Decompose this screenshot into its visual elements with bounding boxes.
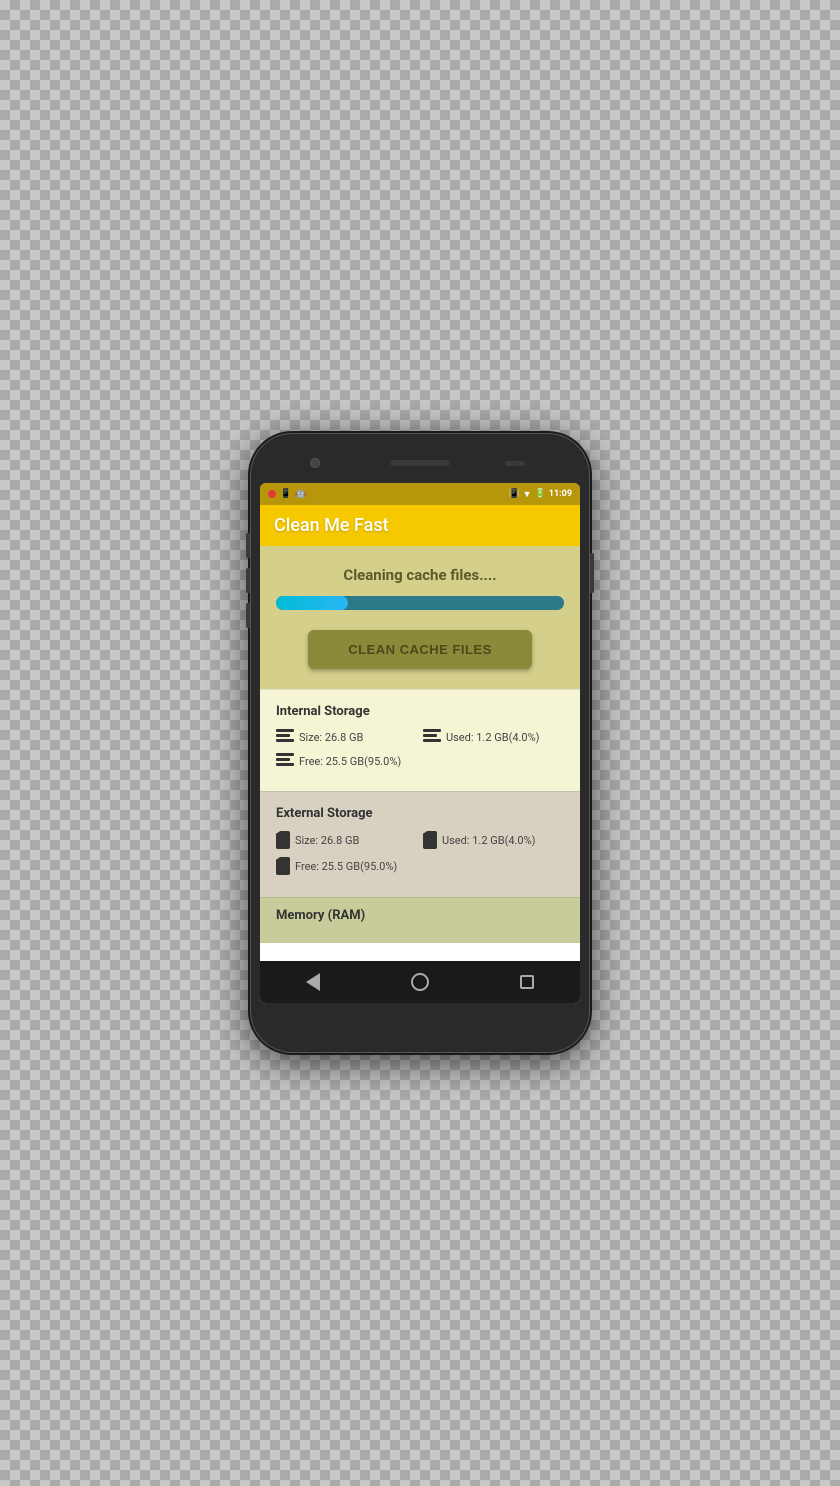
external-storage-section: External Storage Size: 26.8 GB Used: 1.2… [260,791,580,897]
back-icon [306,973,320,991]
phone-bottom [260,1003,580,1035]
internal-free-icon [276,753,294,769]
internal-size-text: Size: 26.8 GB [299,731,363,744]
progress-bar-fill [276,596,348,610]
sdcard-size-icon [276,831,290,849]
sdcard-used-icon [423,831,437,849]
status-bar: 📱 🤖 📳 ▼ 🔋 11:09 [260,483,580,505]
volume-up-button [246,533,250,558]
internal-used-text: Used: 1.2 GB(4.0%) [446,731,540,744]
external-size-item: Size: 26.8 GB [276,831,417,849]
internal-free-text: Free: 25.5 GB(95.0%) [299,755,401,768]
power-button [590,553,594,593]
cache-cleaning-section: Cleaning cache files.... CLEAN CACHE FIL… [260,546,580,689]
app-title: Clean Me Fast [274,515,566,536]
status-right-icons: 📳 ▼ 🔋 11:09 [508,489,572,500]
home-icon [411,973,429,991]
cleaning-status-text: Cleaning cache files.... [343,566,496,584]
phone-top-bar [260,447,580,479]
external-storage-title: External Storage [276,806,564,821]
sdcard-free-icon [276,857,290,875]
recents-nav-button[interactable] [512,967,542,997]
recents-icon [520,975,534,989]
external-used-text: Used: 1.2 GB(4.0%) [442,834,536,847]
camera-button [246,603,250,628]
internal-used-item: Used: 1.2 GB(4.0%) [423,729,564,745]
vibrate-icon: 📳 [508,489,519,499]
android-icon: 🤖 [295,489,306,499]
internal-storage-section: Internal Storage Size: 26.8 GB [260,689,580,791]
wifi-icon: ▼ [523,489,532,500]
external-storage-row1: Size: 26.8 GB Used: 1.2 GB(4.0%) [276,831,564,849]
status-left-icons: 📱 🤖 [268,489,306,499]
app-toolbar: Clean Me Fast [260,505,580,546]
internal-storage-title: Internal Storage [276,704,564,719]
progress-bar-container [276,596,564,610]
content-area[interactable]: Cleaning cache files.... CLEAN CACHE FIL… [260,546,580,961]
internal-storage-row2: Free: 25.5 GB(95.0%) [276,753,564,769]
memory-section: Memory (RAM) [260,897,580,943]
phone-status-icon: 📱 [280,489,291,499]
proximity-sensor [505,461,525,466]
external-size-text: Size: 26.8 GB [295,834,359,847]
external-storage-row2: Free: 25.5 GB(95.0%) [276,857,564,875]
clean-cache-button[interactable]: CLEAN CACHE FILES [308,630,532,669]
time-display: 11:09 [549,489,572,499]
internal-size-icon [276,729,294,745]
external-free-item: Free: 25.5 GB(95.0%) [276,857,564,875]
external-used-item: Used: 1.2 GB(4.0%) [423,831,564,849]
notification-dot-icon [268,490,276,498]
navigation-bar [260,961,580,1003]
internal-storage-row1: Size: 26.8 GB Used: 1.2 GB(4.0%) [276,729,564,745]
memory-title: Memory (RAM) [276,908,564,923]
front-camera [310,458,320,468]
internal-size-item: Size: 26.8 GB [276,729,417,745]
back-nav-button[interactable] [298,967,328,997]
phone-screen: 📱 🤖 📳 ▼ 🔋 11:09 Clean Me Fast Cleaning c… [260,483,580,1003]
volume-down-button [246,568,250,593]
external-free-text: Free: 25.5 GB(95.0%) [295,860,397,873]
internal-free-item: Free: 25.5 GB(95.0%) [276,753,564,769]
phone-device: 📱 🤖 📳 ▼ 🔋 11:09 Clean Me Fast Cleaning c… [250,433,590,1053]
signal-icon: 🔋 [535,489,546,499]
home-nav-button[interactable] [405,967,435,997]
internal-used-icon [423,729,441,745]
earpiece-speaker [390,460,450,466]
